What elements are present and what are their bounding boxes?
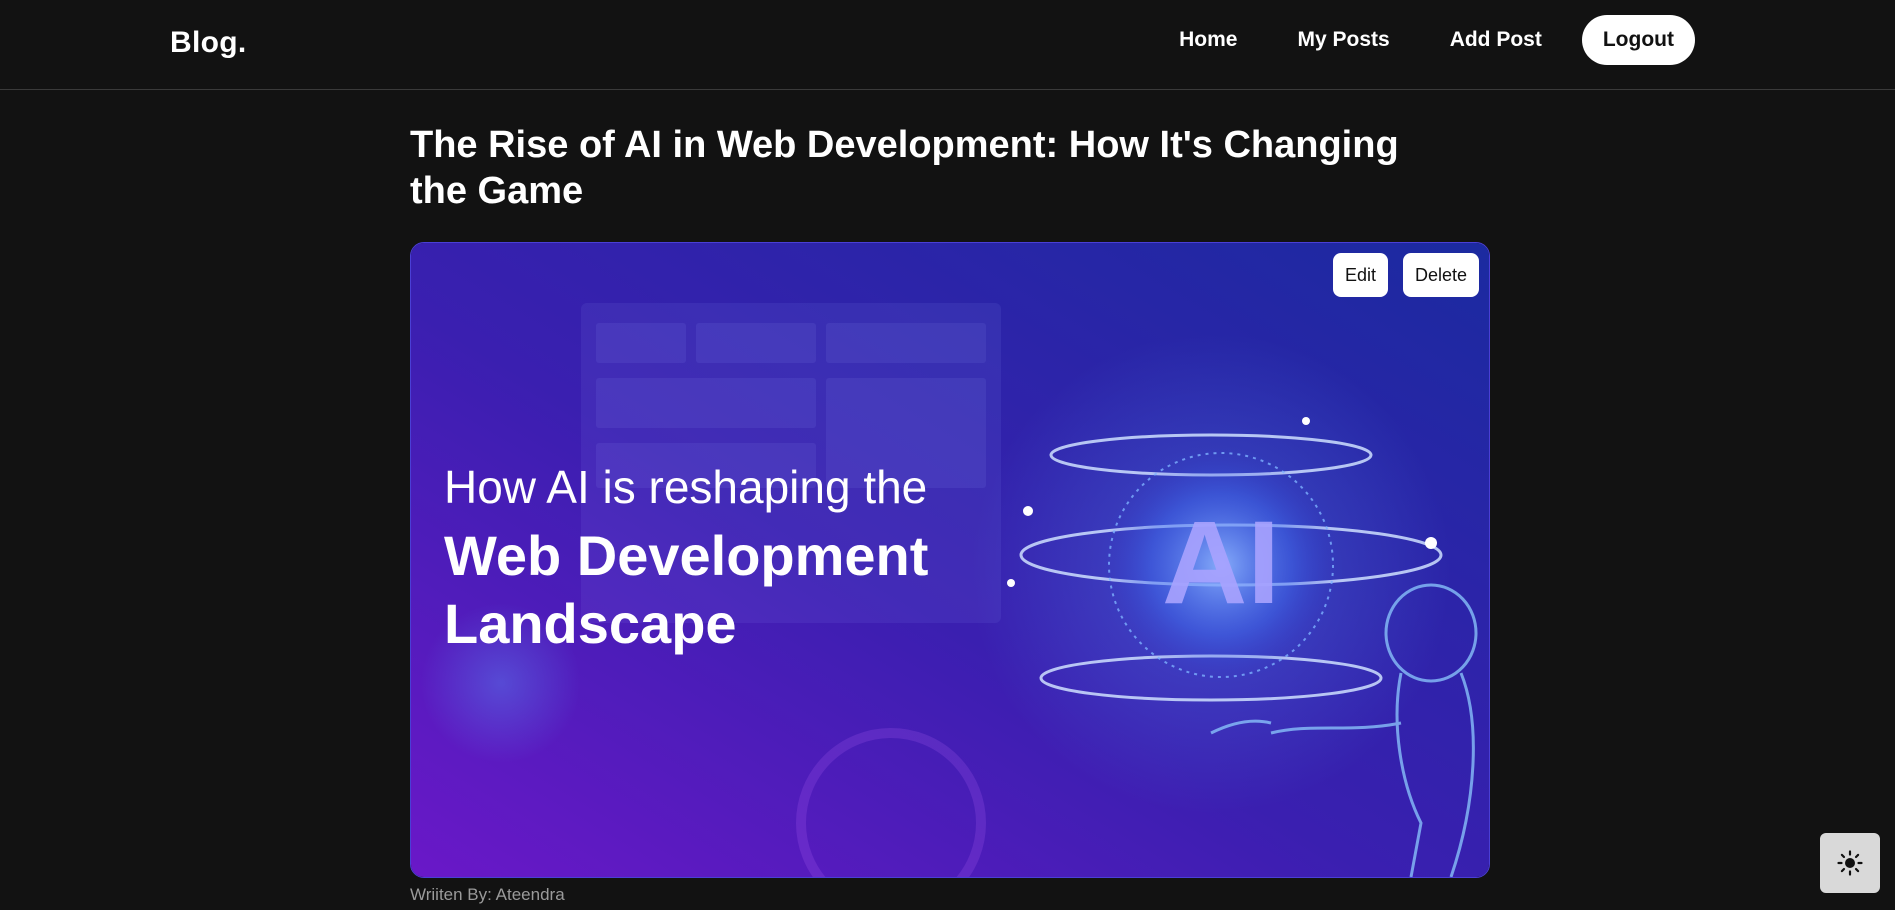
logout-button[interactable]: Logout	[1581, 15, 1695, 65]
post-actions: Edit Delete	[1332, 253, 1479, 297]
image-line1: How AI is reshaping the	[444, 461, 927, 513]
post-image: AI How AI is reshaping the Web Developme…	[410, 242, 1490, 878]
edit-button[interactable]: Edit	[1332, 253, 1388, 297]
nav-link-my-posts[interactable]: My Posts	[1297, 15, 1389, 65]
author-line: Wriiten By: Ateendra	[410, 885, 565, 904]
post: The Rise of AI in Web Development: How I…	[410, 122, 1490, 904]
nav-link-add-post[interactable]: Add Post	[1450, 15, 1542, 65]
theme-toggle-button[interactable]	[1820, 833, 1880, 893]
navbar: Blog. Home My Posts Add Post Logout	[0, 0, 1895, 90]
delete-button[interactable]: Delete	[1402, 253, 1479, 297]
nav-links: Home My Posts Add Post Logout	[1179, 15, 1695, 65]
image-line3: Landscape	[444, 592, 737, 655]
site-logo[interactable]: Blog.	[170, 26, 247, 60]
image-ai-badge: AI	[1162, 497, 1280, 629]
sun-icon	[1837, 850, 1863, 876]
post-title: The Rise of AI in Web Development: How I…	[410, 124, 1399, 212]
nav-link-home[interactable]: Home	[1179, 15, 1237, 65]
image-line2: Web Development	[444, 524, 928, 587]
